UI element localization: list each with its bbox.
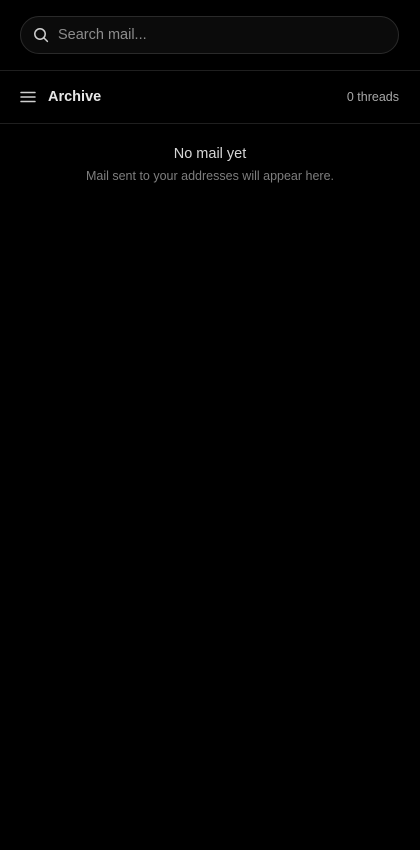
hamburger-menu-icon [20, 91, 36, 103]
search-icon [33, 27, 49, 43]
empty-state-title: No mail yet [173, 146, 247, 162]
search-area [0, 0, 420, 70]
search-input[interactable] [58, 17, 386, 53]
empty-state: No mail yet Mail sent to your addresses … [0, 145, 420, 184]
folder-title: Archive [48, 89, 102, 105]
list-header: Archive 0 threads [0, 71, 420, 123]
menu-button[interactable] [19, 88, 37, 106]
header-divider [0, 123, 420, 124]
empty-state-subtitle: Mail sent to your addresses will appear … [85, 169, 335, 183]
thread-count: 0 threads [346, 90, 399, 104]
search-box[interactable] [20, 16, 399, 54]
